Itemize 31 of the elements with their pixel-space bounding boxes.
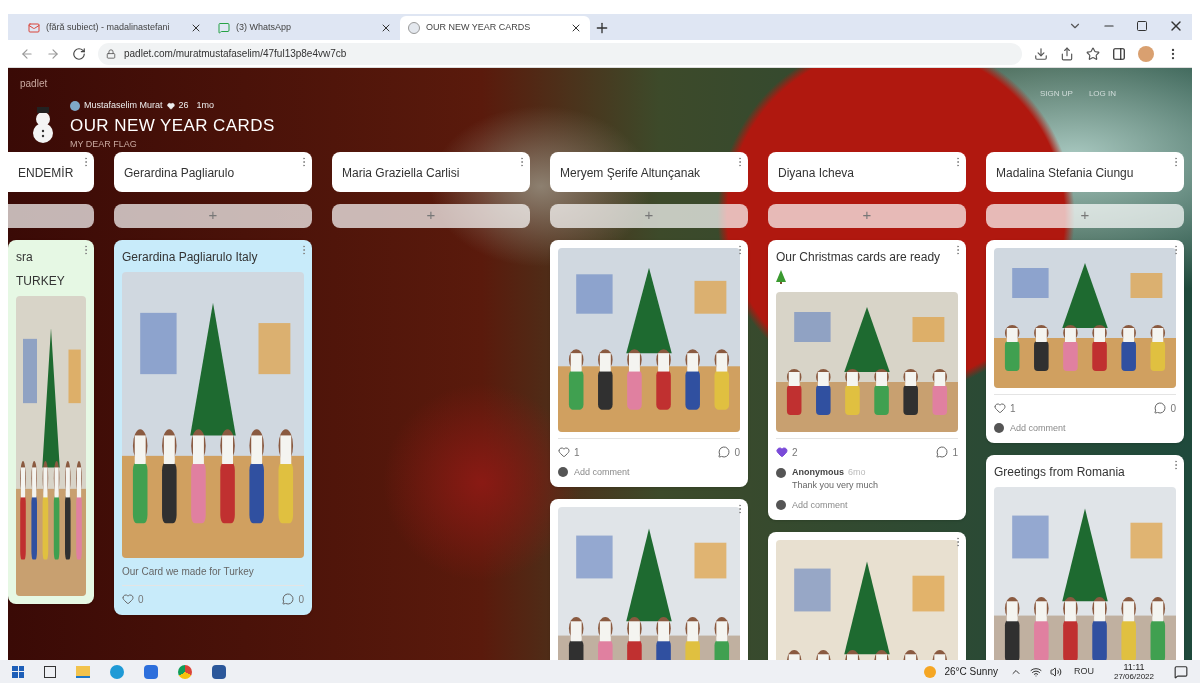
clock-date[interactable]: 27/06/2022 [1113,671,1154,682]
maximize-icon[interactable] [1136,20,1148,32]
share-icon[interactable] [1060,46,1074,61]
browser-tab[interactable]: (fără subiect) - madalinastefani [20,16,210,40]
browser-tab[interactable]: (3) WhatsApp [210,16,400,40]
chat-icon [218,22,230,34]
app-icon[interactable] [144,664,158,679]
close-icon[interactable] [570,22,582,34]
side-panel-icon[interactable] [1112,46,1126,61]
lock-icon [106,48,116,59]
profile-avatar[interactable] [1138,45,1154,62]
task-view-icon[interactable] [44,665,56,678]
new-tab-icon[interactable] [594,20,610,36]
windows-start-icon[interactable] [12,665,24,678]
bookmark-icon[interactable] [1086,46,1100,61]
forward-icon[interactable] [46,46,60,61]
close-icon[interactable] [190,22,202,34]
volume-icon[interactable] [1049,665,1062,678]
close-icon[interactable] [380,22,392,34]
wifi-icon[interactable] [1029,665,1042,678]
url-field[interactable]: padlet.com/muratmustafaselim/47ful13p8e4vw7cb [98,42,1022,65]
clock-time[interactable]: 11:11 [1123,661,1145,672]
install-icon[interactable] [1034,46,1048,61]
back-icon[interactable] [20,46,34,61]
browser-tab[interactable]: OUR NEW YEAR CARDS [400,16,590,40]
notifications-icon[interactable] [1174,664,1188,679]
weather-text[interactable]: 26°C Sunny [944,664,998,679]
language-indicator[interactable]: ROU [1073,664,1094,679]
reload-icon[interactable] [72,46,86,61]
mail-icon [28,22,40,34]
file-explorer-icon[interactable] [76,665,90,678]
